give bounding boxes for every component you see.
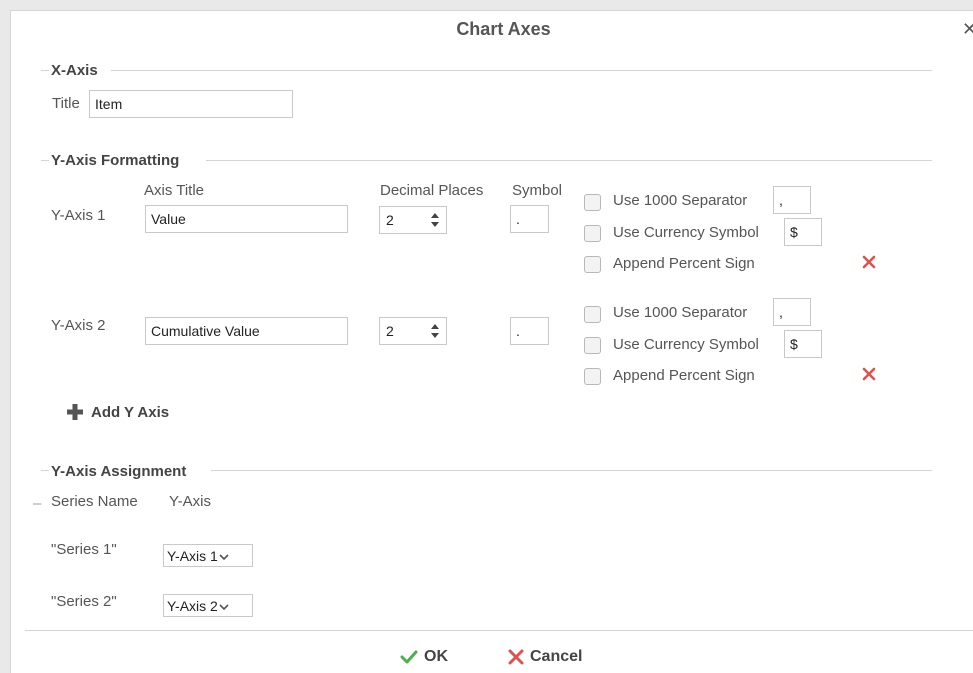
- separator-input[interactable]: [773, 298, 811, 326]
- y-axis-1-title-input[interactable]: [145, 205, 348, 233]
- use-1000-separator-checkbox[interactable]: [584, 306, 601, 323]
- section-tick: [41, 70, 49, 71]
- plus-icon: [67, 404, 83, 420]
- currency-input[interactable]: [784, 330, 822, 358]
- add-y-axis-label: Add Y Axis: [91, 403, 170, 421]
- footer-divider: [25, 630, 973, 631]
- series-2-label: "Series 2": [51, 593, 117, 610]
- delete-x-icon[interactable]: [862, 367, 876, 381]
- y-axis-2-title-input[interactable]: [145, 317, 348, 345]
- use-1000-separator-checkbox[interactable]: [584, 194, 601, 211]
- close-icon[interactable]: ✕: [962, 19, 973, 40]
- x-axis-section-line: [111, 70, 932, 71]
- currency-input[interactable]: [784, 218, 822, 246]
- append-percent-label: Append Percent Sign: [613, 255, 755, 272]
- cancel-label: Cancel: [530, 648, 583, 665]
- chevron-down-icon: [219, 554, 229, 561]
- use-currency-symbol-checkbox[interactable]: [584, 225, 601, 242]
- symbol-column-header: Symbol: [512, 182, 563, 199]
- y-axis-2-symbol-input[interactable]: [510, 317, 549, 345]
- assignment-section-line: [211, 470, 932, 471]
- y-axis-1-decimal-spinner[interactable]: 2: [379, 206, 447, 234]
- append-percent-checkbox[interactable]: [584, 256, 601, 273]
- use-currency-symbol-label: Use Currency Symbol: [613, 336, 759, 353]
- x-axis-section-title: X-Axis: [51, 62, 98, 79]
- section-tick: [41, 160, 49, 161]
- assignment-section-title: Y-Axis Assignment: [51, 463, 187, 480]
- series-2-axis-select[interactable]: Y-Axis 2: [163, 594, 253, 617]
- x-axis-title-input[interactable]: [89, 90, 293, 118]
- y-axis-column-header: Y-Axis: [169, 493, 211, 510]
- use-currency-symbol-label: Use Currency Symbol: [613, 224, 759, 241]
- use-currency-symbol-checkbox[interactable]: [584, 337, 601, 354]
- dialog-title: Chart Axes: [456, 19, 551, 39]
- cancel-button[interactable]: Cancel: [508, 648, 582, 666]
- y-formatting-section-line: [206, 160, 932, 161]
- y-axis-2-label: Y-Axis 2: [51, 317, 106, 334]
- chart-axes-dialog: Chart Axes ✕ X-Axis Title Y-Axis Formatt…: [10, 10, 973, 673]
- ok-button[interactable]: OK: [400, 648, 448, 666]
- use-1000-separator-label: Use 1000 Separator: [613, 192, 748, 209]
- series-1-axis-value: Y-Axis 1: [167, 548, 218, 564]
- spinner-arrows-icon[interactable]: [430, 210, 440, 230]
- x-axis-title-label: Title: [52, 95, 80, 112]
- y-axis-1-symbol-input[interactable]: [510, 205, 549, 233]
- delete-x-icon[interactable]: [862, 255, 876, 269]
- append-percent-label: Append Percent Sign: [613, 367, 755, 384]
- section-tick: [41, 470, 49, 471]
- axis-title-column-header: Axis Title: [144, 182, 205, 199]
- series-header-dash: –: [33, 495, 42, 512]
- series-1-label: "Series 1": [51, 541, 117, 558]
- y-formatting-section-title: Y-Axis Formatting: [51, 152, 180, 169]
- spinner-arrows-icon[interactable]: [430, 321, 440, 341]
- y-axis-1-label: Y-Axis 1: [51, 207, 106, 224]
- chevron-down-icon: [219, 604, 229, 611]
- y-axis-2-decimal-spinner[interactable]: 2: [379, 317, 447, 345]
- use-1000-separator-label: Use 1000 Separator: [613, 304, 748, 321]
- cancel-x-icon: [508, 649, 524, 665]
- append-percent-checkbox[interactable]: [584, 368, 601, 385]
- series-name-column-header: Series Name: [51, 493, 138, 510]
- decimal-value: 2: [386, 323, 394, 339]
- separator-input[interactable]: [773, 186, 811, 214]
- decimal-places-column-header: Decimal Places: [380, 182, 484, 199]
- checkmark-icon: [400, 650, 418, 664]
- decimal-value: 2: [386, 212, 394, 228]
- ok-label: OK: [424, 648, 448, 665]
- series-2-axis-value: Y-Axis 2: [167, 598, 218, 614]
- add-y-axis-button[interactable]: Add Y Axis: [65, 402, 169, 422]
- series-1-axis-select[interactable]: Y-Axis 1: [163, 544, 253, 567]
